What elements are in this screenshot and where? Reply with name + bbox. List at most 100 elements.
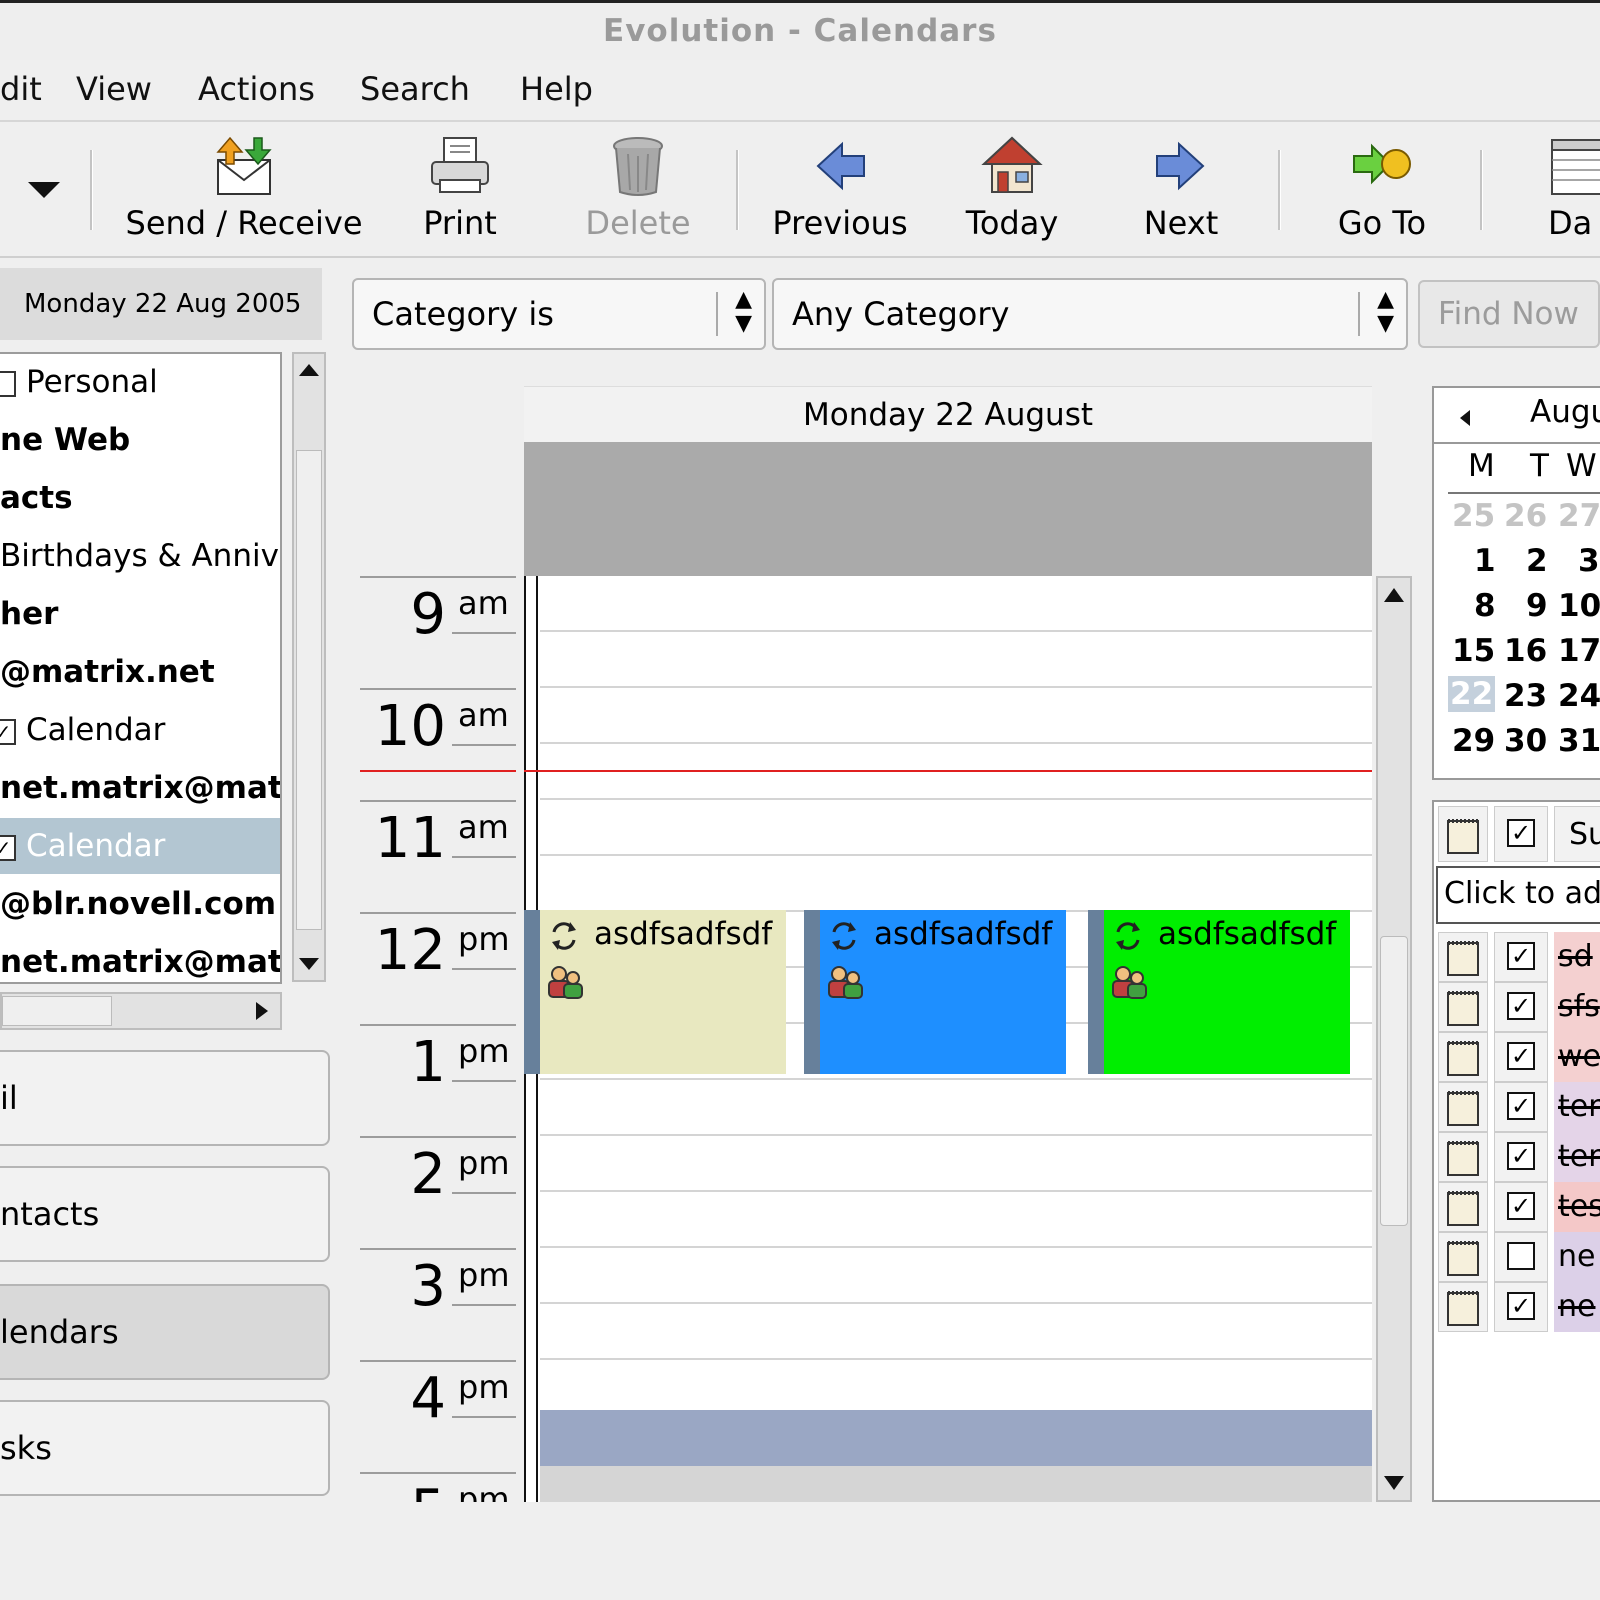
mini-calendar-divider [1434, 442, 1600, 444]
mini-calendar-day[interactable]: 25 [1452, 498, 1495, 534]
source-checkbox[interactable]: ✓ [0, 718, 16, 745]
scroll-thumb[interactable] [1380, 936, 1408, 1226]
scroll-up-icon[interactable] [1378, 580, 1410, 612]
goto-button[interactable]: Go To [1330, 134, 1434, 249]
task-checkbox[interactable]: ✓ [1507, 1192, 1535, 1220]
mini-calendar-day[interactable]: 2 [1526, 543, 1548, 579]
new-task-input[interactable]: Click to ad [1436, 866, 1600, 924]
source-group[interactable]: ne Web [0, 412, 280, 468]
source-calendar-selected[interactable]: ✓ Calendar [0, 818, 280, 874]
all-day-events-area[interactable] [524, 442, 1372, 576]
mini-calendar-day[interactable]: 1 [1474, 543, 1496, 579]
day-view-button[interactable]: Da [1548, 134, 1600, 249]
source-calendar[interactable]: ✓ Calendar [0, 702, 280, 758]
task-checkbox[interactable]: ✓ [1507, 1042, 1535, 1070]
filter-combo[interactable]: Category is ▲ ▼ [352, 278, 766, 350]
scroll-thumb[interactable] [296, 450, 322, 930]
calendar-event[interactable]: asdfsadfsdf [1088, 910, 1350, 1074]
mini-calendar-day[interactable]: 30 [1504, 723, 1547, 759]
mini-calendar-day[interactable]: 3 [1578, 543, 1600, 579]
switcher-mail[interactable]: il [0, 1050, 330, 1146]
today-button[interactable]: Today [962, 134, 1062, 249]
task-type-column-header[interactable] [1438, 806, 1488, 862]
send-receive-button[interactable]: Send / Receive [118, 134, 370, 249]
new-dropdown-button[interactable] [14, 134, 74, 249]
time-column: 9 am 10 am 11 am 12 pm 1 pm 2 pm 3 pm 4 pm 5 pm [360, 576, 516, 1502]
task-complete-column-header[interactable]: ✓ [1494, 806, 1548, 862]
task-row[interactable]: ✓ we [1434, 1032, 1600, 1082]
mini-calendar-day[interactable]: 10 [1558, 588, 1600, 624]
source-group[interactable]: @matrix.net [0, 644, 280, 700]
task-summary: sfs [1554, 982, 1600, 1032]
source-list-horizontal-scrollbar[interactable] [0, 992, 282, 1030]
mini-calendar-day[interactable]: 26 [1504, 498, 1547, 534]
scroll-down-icon[interactable] [294, 948, 324, 978]
next-button[interactable]: Next [1140, 134, 1222, 249]
grid-line [540, 1134, 1372, 1136]
task-checkbox[interactable]: ✓ [1507, 1092, 1535, 1120]
task-checkbox[interactable]: ✓ [1507, 1142, 1535, 1170]
task-checkbox[interactable]: ✓ [1507, 942, 1535, 970]
task-checkbox[interactable]: ✓ [1507, 1292, 1535, 1320]
task-row[interactable]: ✓ sd [1434, 932, 1600, 982]
source-group-label: acts [0, 480, 73, 516]
menu-help[interactable]: Help [520, 70, 593, 108]
menu-search[interactable]: Search [360, 70, 470, 108]
time-selection[interactable] [540, 1410, 1372, 1466]
previous-button[interactable]: Previous [766, 134, 914, 249]
mini-calendar-day[interactable]: 17 [1558, 633, 1600, 669]
source-group[interactable]: acts [0, 470, 280, 526]
task-checkbox[interactable]: ✓ [1507, 992, 1535, 1020]
source-birthdays[interactable]: Birthdays & Annive [0, 528, 280, 584]
mini-calendar-day[interactable]: 16 [1504, 633, 1547, 669]
mini-calendar-day[interactable]: 24 [1558, 678, 1600, 714]
source-list-vertical-scrollbar[interactable] [292, 352, 326, 982]
task-row[interactable]: ✓ ter [1434, 1082, 1600, 1132]
source-personal[interactable]: Personal [0, 354, 280, 410]
task-row[interactable]: ✓ sfs [1434, 982, 1600, 1032]
mini-calendar-selected-day[interactable]: 22 [1448, 676, 1496, 712]
mini-calendar-day[interactable]: 31 [1558, 723, 1600, 759]
source-group[interactable]: net.matrix@matri [0, 760, 280, 816]
task-row[interactable]: ✓ ter [1434, 1132, 1600, 1182]
task-checkbox[interactable] [1507, 1242, 1535, 1270]
source-group[interactable]: her [0, 586, 280, 642]
mini-calendar-day[interactable]: 9 [1526, 588, 1548, 624]
delete-button[interactable]: Delete [578, 134, 698, 249]
prev-month-icon[interactable] [1454, 406, 1478, 430]
mini-calendar-day[interactable]: 27 [1558, 498, 1600, 534]
source-group[interactable]: @blr.novell.com [0, 876, 280, 932]
mini-calendar-day[interactable]: 23 [1504, 678, 1547, 714]
after-hours-area[interactable] [540, 1466, 1372, 1502]
task-summary: ne [1554, 1282, 1600, 1332]
day-grid[interactable]: asdfsadfsdf asdfsadfsdf asdfsadfsdf [524, 576, 1372, 1502]
calendar-event[interactable]: asdfsadfsdf [804, 910, 1066, 1074]
calendar-event[interactable]: asdfsadfsdf [524, 910, 786, 1074]
scroll-up-icon[interactable] [294, 356, 324, 386]
menu-view[interactable]: View [76, 70, 152, 108]
mini-calendar-day[interactable]: 29 [1452, 723, 1495, 759]
menu-edit[interactable]: dit [0, 70, 42, 108]
scroll-down-icon[interactable] [1378, 1466, 1410, 1498]
category-combo[interactable]: Any Category ▲ ▼ [772, 278, 1408, 350]
switcher-contacts[interactable]: ntacts [0, 1166, 330, 1262]
chevron-down-icon [28, 182, 60, 198]
mini-calendar-day[interactable]: 8 [1474, 588, 1496, 624]
scroll-thumb[interactable] [2, 996, 112, 1026]
task-row[interactable]: ✓ ne [1434, 1282, 1600, 1332]
day-view-scrollbar[interactable] [1376, 576, 1412, 1502]
task-row[interactable]: ✓ tes [1434, 1182, 1600, 1232]
find-now-button[interactable]: Find Now [1418, 280, 1600, 348]
source-group[interactable]: net.matrix@matri [0, 934, 280, 982]
switcher-tasks[interactable]: sks [0, 1400, 330, 1496]
source-checkbox[interactable] [0, 370, 16, 397]
print-button[interactable]: Print [410, 134, 510, 249]
scroll-right-icon[interactable] [244, 994, 278, 1028]
task-summary-column-header[interactable]: Su [1554, 806, 1600, 862]
switcher-calendars[interactable]: lendars [0, 1284, 330, 1380]
printer-icon [431, 137, 489, 193]
menu-actions[interactable]: Actions [198, 70, 315, 108]
mini-calendar-day[interactable]: 15 [1452, 633, 1495, 669]
source-checkbox[interactable]: ✓ [0, 834, 16, 861]
task-row[interactable]: ne [1434, 1232, 1600, 1282]
